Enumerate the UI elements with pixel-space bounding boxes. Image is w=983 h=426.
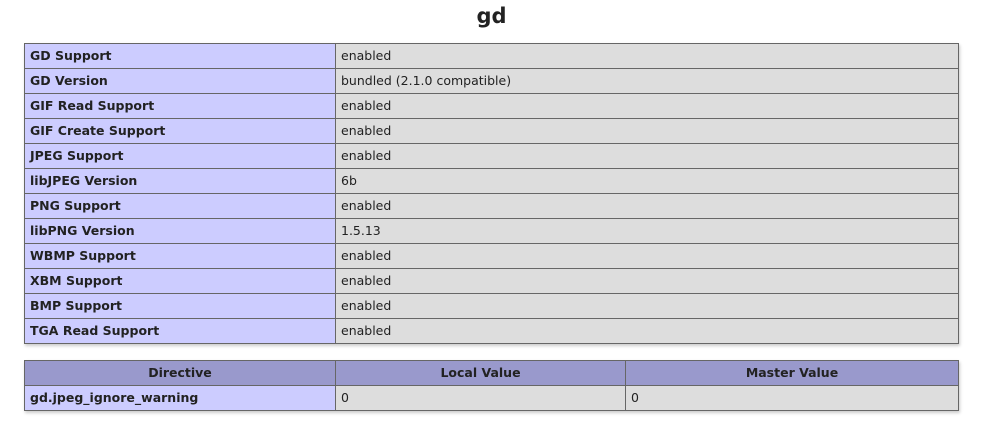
row-value: enabled bbox=[335, 193, 959, 219]
row-value: enabled bbox=[335, 118, 959, 144]
row-value: enabled bbox=[335, 318, 959, 344]
row-label: XBM Support bbox=[24, 268, 336, 294]
gd-directives-table: Directive Local Value Master Value gd.jp… bbox=[24, 360, 959, 411]
row-label: GD Support bbox=[24, 43, 336, 69]
table-row: libPNG Version 1.5.13 bbox=[24, 218, 959, 244]
table-row: gd.jpeg_ignore_warning 0 0 bbox=[24, 385, 959, 411]
table-row: XBM Support enabled bbox=[24, 268, 959, 294]
row-label: TGA Read Support bbox=[24, 318, 336, 344]
directive-local-value: 0 bbox=[335, 385, 626, 411]
table-header-row: Directive Local Value Master Value bbox=[24, 360, 959, 386]
row-value: enabled bbox=[335, 293, 959, 319]
row-label: libJPEG Version bbox=[24, 168, 336, 194]
table-row: GD Version bundled (2.1.0 compatible) bbox=[24, 68, 959, 94]
row-value: 1.5.13 bbox=[335, 218, 959, 244]
row-value: enabled bbox=[335, 93, 959, 119]
module-title: gd bbox=[476, 4, 507, 28]
table-row: PNG Support enabled bbox=[24, 193, 959, 219]
table-row: GIF Read Support enabled bbox=[24, 93, 959, 119]
gd-info-table: GD Support enabled GD Version bundled (2.1… bbox=[24, 43, 959, 344]
table-row: JPEG Support enabled bbox=[24, 143, 959, 169]
row-label: GIF Read Support bbox=[24, 93, 336, 119]
row-value: enabled bbox=[335, 243, 959, 269]
master-value-column-header: Master Value bbox=[625, 360, 959, 386]
row-label: GD Version bbox=[24, 68, 336, 94]
table-row: GD Support enabled bbox=[24, 43, 959, 69]
row-label: BMP Support bbox=[24, 293, 336, 319]
row-label: WBMP Support bbox=[24, 243, 336, 269]
table-row: BMP Support enabled bbox=[24, 293, 959, 319]
row-label: libPNG Version bbox=[24, 218, 336, 244]
table-row: WBMP Support enabled bbox=[24, 243, 959, 269]
row-label: GIF Create Support bbox=[24, 118, 336, 144]
row-value: 6b bbox=[335, 168, 959, 194]
row-value: enabled bbox=[335, 43, 959, 69]
local-value-column-header: Local Value bbox=[335, 360, 626, 386]
row-label: JPEG Support bbox=[24, 143, 336, 169]
table-row: libJPEG Version 6b bbox=[24, 168, 959, 194]
directive-master-value: 0 bbox=[625, 385, 959, 411]
row-value: enabled bbox=[335, 143, 959, 169]
row-value: enabled bbox=[335, 268, 959, 294]
row-value: bundled (2.1.0 compatible) bbox=[335, 68, 959, 94]
row-label: PNG Support bbox=[24, 193, 336, 219]
table-row: TGA Read Support enabled bbox=[24, 318, 959, 344]
directive-column-header: Directive bbox=[24, 360, 336, 386]
directive-name: gd.jpeg_ignore_warning bbox=[24, 385, 336, 411]
table-row: GIF Create Support enabled bbox=[24, 118, 959, 144]
